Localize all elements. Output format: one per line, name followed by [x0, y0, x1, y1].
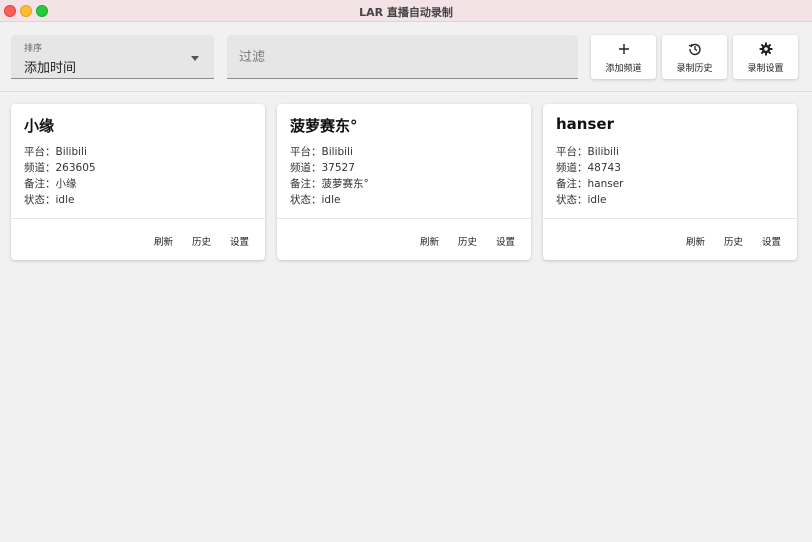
card-actions: 刷新 历史 设置	[154, 234, 249, 248]
filter-field[interactable]	[227, 35, 578, 79]
note-label: 备注：	[556, 178, 588, 190]
channel-id-value: 263605	[55, 162, 96, 174]
window-title: LAR 直播自动录制	[359, 6, 453, 19]
card-divider	[11, 218, 265, 219]
status-value: idle	[321, 194, 341, 206]
status-value: idle	[587, 194, 607, 206]
channel-id-label: 频道：	[290, 162, 322, 174]
settings-button[interactable]: 设置	[762, 234, 781, 248]
channel-name: hanser	[556, 115, 614, 133]
card-actions: 刷新 历史 设置	[686, 234, 781, 248]
title-bar: LAR 直播自动录制	[0, 0, 812, 22]
record-history-label: 录制历史	[676, 64, 713, 74]
chevron-down-icon[interactable]	[191, 56, 199, 61]
platform-label: 平台：	[24, 146, 56, 158]
history-button[interactable]: 历史	[192, 234, 211, 248]
history-button[interactable]: 历史	[724, 234, 743, 248]
card-actions: 刷新 历史 设置	[420, 234, 515, 248]
status-value: idle	[55, 194, 75, 206]
platform-value: Bilibili	[321, 146, 353, 158]
refresh-button[interactable]: 刷新	[154, 234, 173, 248]
filter-input[interactable]	[239, 47, 559, 67]
channel-card: 菠萝赛东° 平台：Bilibili 频道：37527 备注：菠萝赛东° 状态：i…	[277, 104, 531, 260]
history-icon	[662, 41, 727, 56]
note-label: 备注：	[24, 178, 56, 190]
channel-id-value: 37527	[321, 162, 355, 174]
channel-info: 平台：Bilibili 频道：48743 备注：hanser 状态：idle	[556, 144, 624, 208]
record-settings-label: 录制设置	[747, 64, 784, 74]
status-label: 状态：	[556, 194, 588, 206]
channel-card: 小缘 平台：Bilibili 频道：263605 备注：小缘 状态：idle 刷…	[11, 104, 265, 260]
platform-value: Bilibili	[587, 146, 619, 158]
channel-id-label: 频道：	[556, 162, 588, 174]
channel-id-value: 48743	[587, 162, 621, 174]
toolbar: 排序 添加时间 添加频道 录制历史	[0, 22, 812, 92]
note-value: 小缘	[55, 178, 77, 190]
refresh-button[interactable]: 刷新	[420, 234, 439, 248]
gear-icon	[733, 41, 798, 56]
sort-select[interactable]: 排序 添加时间	[11, 35, 214, 79]
add-channel-button[interactable]: 添加频道	[591, 35, 656, 79]
card-divider	[277, 218, 531, 219]
note-value: 菠萝赛东°	[321, 178, 369, 190]
status-label: 状态：	[24, 194, 56, 206]
settings-button[interactable]: 设置	[230, 234, 249, 248]
platform-label: 平台：	[556, 146, 588, 158]
record-settings-button[interactable]: 录制设置	[733, 35, 798, 79]
platform-label: 平台：	[290, 146, 322, 158]
note-label: 备注：	[290, 178, 322, 190]
add-channel-label: 添加频道	[605, 64, 642, 74]
sort-select-value: 添加时间	[24, 61, 77, 76]
channel-info: 平台：Bilibili 频道：37527 备注：菠萝赛东° 状态：idle	[290, 144, 369, 208]
channel-id-label: 频道：	[24, 162, 56, 174]
history-button[interactable]: 历史	[458, 234, 477, 248]
channel-info: 平台：Bilibili 频道：263605 备注：小缘 状态：idle	[24, 144, 96, 208]
card-divider	[543, 218, 797, 219]
sort-select-label: 排序	[24, 44, 43, 54]
channel-name: 小缘	[24, 117, 55, 135]
note-value: hanser	[587, 178, 624, 190]
record-history-button[interactable]: 录制历史	[662, 35, 727, 79]
settings-button[interactable]: 设置	[496, 234, 515, 248]
channel-name: 菠萝赛东°	[290, 117, 358, 135]
plus-icon	[591, 41, 656, 56]
channel-card: hanser 平台：Bilibili 频道：48743 备注：hanser 状态…	[543, 104, 797, 260]
refresh-button[interactable]: 刷新	[686, 234, 705, 248]
status-label: 状态：	[290, 194, 322, 206]
platform-value: Bilibili	[55, 146, 87, 158]
